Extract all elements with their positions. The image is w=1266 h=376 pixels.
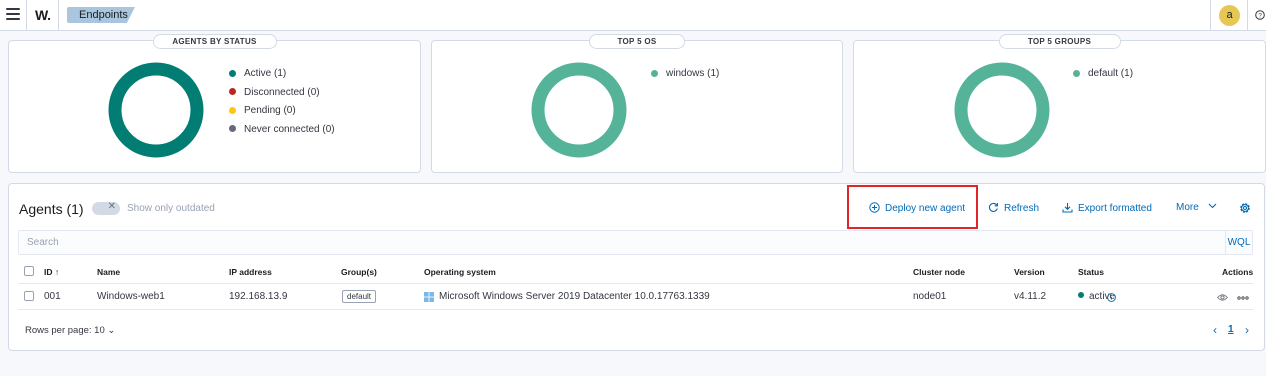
previous-page-icon[interactable]: ‹ <box>1213 323 1217 337</box>
legend-label: Disconnected (0) <box>244 86 320 98</box>
column-label: ID <box>44 267 53 277</box>
card-title: TOP 5 OS <box>589 34 685 49</box>
groups-donut-chart <box>954 62 1050 158</box>
legend-label: default (1) <box>1088 68 1134 79</box>
cell-os: Microsoft Windows Server 2019 Datacenter… <box>439 291 710 302</box>
plus-circle-icon <box>869 202 880 213</box>
header-divider <box>1210 0 1211 31</box>
app-logo[interactable]: W. <box>35 7 51 23</box>
donut-ring-windows <box>531 62 627 158</box>
next-page-icon[interactable]: › <box>1245 323 1249 337</box>
refresh-label: Refresh <box>1004 203 1040 214</box>
outdated-toggle-label: Show only outdated <box>127 203 215 214</box>
os-donut-chart <box>531 62 627 158</box>
status-donut-chart <box>108 62 204 158</box>
sort-ascending-icon: ↑ <box>54 267 60 277</box>
os-legend: windows (1) <box>651 68 719 87</box>
column-header-actions: Actions <box>1222 267 1254 277</box>
column-header-groups[interactable]: Group(s) <box>341 267 377 277</box>
help-icon[interactable]: ? <box>1255 10 1265 20</box>
top-5-groups-card: TOP 5 GROUPS default (1) <box>853 34 1266 173</box>
page-number-button[interactable]: 1 <box>1228 324 1234 335</box>
toggle-x-icon: ✕ <box>107 201 116 212</box>
table-divider <box>18 283 1253 284</box>
legend-dot <box>229 69 236 77</box>
wql-toggle-button[interactable]: WQL <box>1225 231 1252 254</box>
header-divider <box>26 0 27 31</box>
cell-version: v4.11.2 <box>1014 291 1047 302</box>
more-actions-icon[interactable] <box>1237 296 1249 300</box>
column-header-cluster-node[interactable]: Cluster node <box>913 267 965 277</box>
groups-legend: default (1) <box>1073 68 1133 87</box>
row-checkbox[interactable] <box>24 291 34 301</box>
svg-text:?: ? <box>1258 13 1262 20</box>
column-header-name[interactable]: Name <box>97 267 120 277</box>
column-header-ip[interactable]: IP address <box>229 267 272 277</box>
column-header-id[interactable]: ID ↑ <box>44 267 59 277</box>
column-header-status[interactable]: Status <box>1078 267 1104 277</box>
gear-icon[interactable] <box>1238 201 1252 215</box>
search-bar: WQL <box>18 230 1253 255</box>
legend-label: Pending (0) <box>244 105 296 116</box>
legend-label: Never connected (0) <box>244 123 335 135</box>
legend-item-disconnected[interactable]: Disconnected (0) <box>229 87 335 106</box>
donut-ring-active <box>108 62 204 158</box>
deploy-new-agent-button[interactable]: Deploy new agent <box>869 202 965 214</box>
legend-item-pending[interactable]: Pending (0) <box>229 105 335 124</box>
legend-dot <box>229 125 236 132</box>
top-5-os-card: TOP 5 OS windows (1) <box>431 34 843 173</box>
refresh-button[interactable]: Refresh <box>988 202 1039 214</box>
card-title: TOP 5 GROUPS <box>998 34 1121 49</box>
legend-item-never-connected[interactable]: Never connected (0) <box>229 124 335 143</box>
agents-title: Agents (1) <box>19 201 84 217</box>
legend-dot <box>651 69 658 77</box>
hamburger-menu-icon[interactable] <box>6 8 20 22</box>
agents-panel: Agents (1) ✕ Show only outdated Deploy n… <box>8 183 1265 351</box>
cell-id: 001 <box>44 291 61 302</box>
cell-ip: 192.168.13.9 <box>229 291 288 302</box>
search-input[interactable] <box>19 231 1225 254</box>
export-label: Export formatted <box>1078 203 1152 214</box>
cell-cluster-node: node01 <box>913 291 947 302</box>
top-header: W. Endpoints a ? <box>0 0 1266 31</box>
more-label: More <box>1176 202 1199 213</box>
legend-item-active[interactable]: Active (1) <box>229 68 335 87</box>
deploy-label: Deploy new agent <box>885 203 966 214</box>
windows-logo-icon <box>424 292 434 302</box>
donut-ring-default <box>954 62 1050 158</box>
breadcrumb-endpoints[interactable]: Endpoints <box>67 7 135 23</box>
card-title: AGENTS BY STATUS <box>152 34 277 49</box>
cell-name[interactable]: Windows-web1 <box>97 291 165 302</box>
download-icon <box>1062 203 1073 213</box>
legend-label: windows (1) <box>666 68 720 79</box>
eye-icon[interactable] <box>1217 293 1228 302</box>
table-divider <box>18 309 1253 310</box>
chevron-down-icon <box>1208 203 1216 209</box>
group-badge[interactable]: default <box>342 290 377 303</box>
column-header-os[interactable]: Operating system <box>424 267 496 277</box>
outdated-toggle[interactable]: ✕ <box>92 201 120 215</box>
header-divider <box>1247 0 1248 31</box>
export-formatted-button[interactable]: Export formatted <box>1062 202 1152 214</box>
legend-label: Active (1) <box>244 68 287 79</box>
legend-item-windows[interactable]: windows (1) <box>651 68 719 87</box>
rows-per-page-selector[interactable]: Rows per page: 10 ⌄ <box>25 325 115 336</box>
agents-by-status-card: AGENTS BY STATUS Active (1) Disconnected… <box>8 34 421 173</box>
legend-dot <box>229 88 236 95</box>
header-divider <box>58 0 59 31</box>
more-dropdown-button[interactable]: More <box>1176 202 1217 213</box>
status-dot <box>1078 292 1084 298</box>
legend-dot <box>1073 69 1080 77</box>
legend-dot <box>229 106 236 114</box>
column-header-version[interactable]: Version <box>1014 267 1045 277</box>
legend-item-default[interactable]: default (1) <box>1073 68 1133 87</box>
info-icon[interactable] <box>1107 293 1116 302</box>
rows-per-page-label: Rows per page: 10 <box>25 325 105 336</box>
user-avatar[interactable]: a <box>1219 5 1240 26</box>
status-legend: Active (1) Disconnected (0) Pending (0) … <box>229 68 335 142</box>
chevron-down-icon: ⌄ <box>107 325 116 336</box>
refresh-icon <box>988 202 998 212</box>
select-all-checkbox[interactable] <box>24 266 34 276</box>
